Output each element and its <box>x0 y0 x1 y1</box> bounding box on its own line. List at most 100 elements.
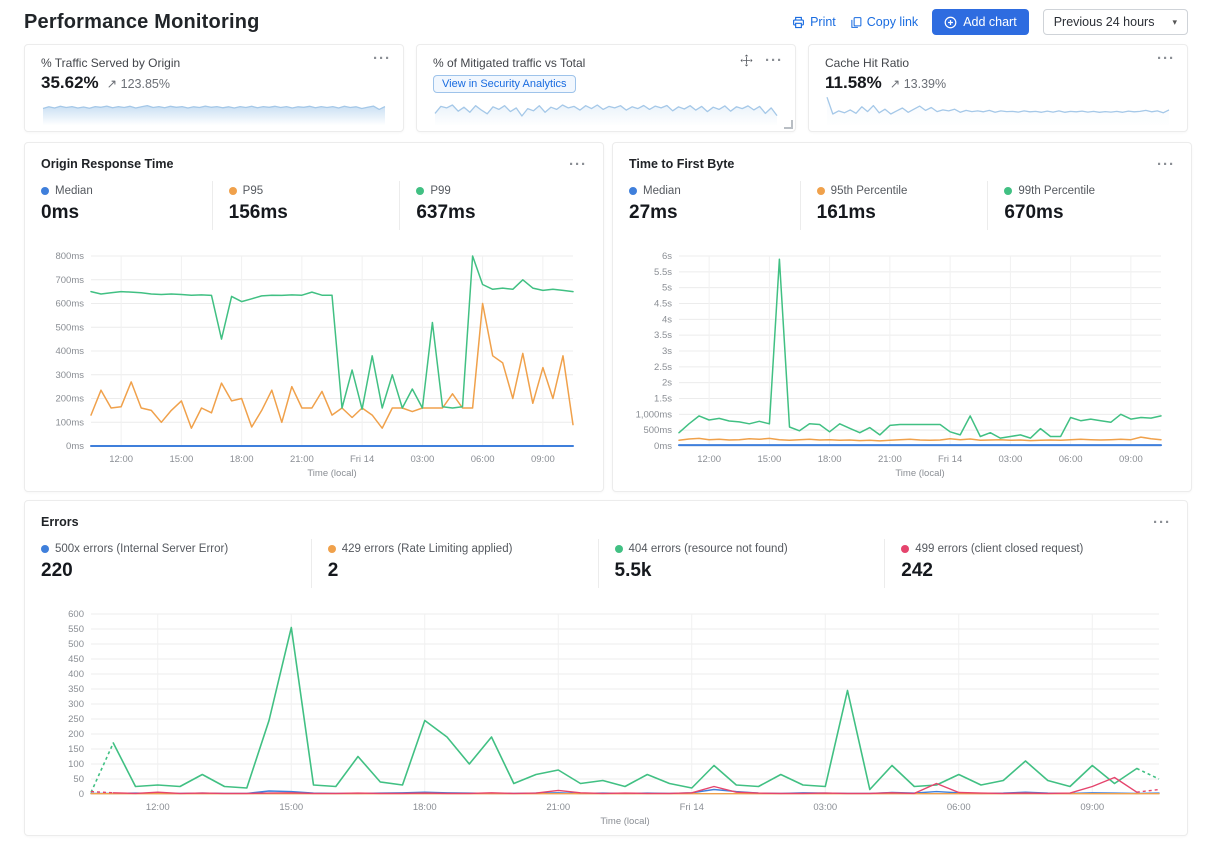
svg-text:Fri 14: Fri 14 <box>680 802 704 813</box>
stats-row: Median 0ms P95 156ms P99 637ms <box>41 181 587 230</box>
card-menu-button[interactable]: ··· <box>1157 157 1175 172</box>
copy-link-button[interactable]: Copy link <box>850 15 918 29</box>
svg-text:200: 200 <box>68 729 84 740</box>
errors-card: Errors ··· 500x errors (Internal Server … <box>24 500 1188 836</box>
svg-text:6s: 6s <box>662 251 672 262</box>
card-title: Cache Hit Ratio <box>825 56 1171 70</box>
caret-down-icon: ▾ <box>1172 17 1177 28</box>
summary-row: % Traffic Served by Origin ··· 35.62% ↗ … <box>24 44 1188 132</box>
card-title: % Traffic Served by Origin <box>41 56 387 70</box>
svg-text:06:00: 06:00 <box>947 802 971 813</box>
svg-text:700ms: 700ms <box>55 275 84 286</box>
sparkline-chart <box>825 93 1171 125</box>
chart-title: Time to First Byte <box>629 157 734 171</box>
card-menu-button[interactable]: ··· <box>1157 51 1175 66</box>
resize-handle[interactable] <box>784 120 793 129</box>
sparkline-chart <box>41 93 387 125</box>
card-mitigated-traffic: % of Mitigated traffic vs Total ··· View… <box>416 44 796 132</box>
copy-icon <box>850 16 862 29</box>
svg-text:150: 150 <box>68 744 84 755</box>
svg-text:Fri 14: Fri 14 <box>938 454 962 465</box>
stat-499-errors: 499 errors (client closed request) 242 <box>884 539 1171 588</box>
svg-text:100: 100 <box>68 759 84 770</box>
legend-dot <box>328 545 336 553</box>
stat-99th-percentile: 99th Percentile 670ms <box>987 181 1175 230</box>
svg-text:0ms: 0ms <box>654 441 672 452</box>
trend-up-icon: ↗ <box>107 77 117 91</box>
print-button[interactable]: Print <box>792 15 836 29</box>
svg-text:1.5s: 1.5s <box>654 394 672 405</box>
svg-text:18:00: 18:00 <box>413 802 437 813</box>
svg-text:800ms: 800ms <box>55 251 84 262</box>
stats-row: 500x errors (Internal Server Error) 220 … <box>41 539 1171 588</box>
svg-text:1,000ms: 1,000ms <box>636 409 673 420</box>
svg-text:100ms: 100ms <box>55 417 84 428</box>
svg-text:15:00: 15:00 <box>279 802 303 813</box>
svg-text:Time (local): Time (local) <box>600 816 649 827</box>
svg-text:12:00: 12:00 <box>109 454 133 465</box>
card-menu-button[interactable]: ··· <box>373 51 391 66</box>
svg-text:03:00: 03:00 <box>410 454 434 465</box>
svg-text:3.5s: 3.5s <box>654 330 672 341</box>
svg-text:06:00: 06:00 <box>1059 454 1083 465</box>
svg-text:21:00: 21:00 <box>290 454 314 465</box>
chart-title: Origin Response Time <box>41 157 173 171</box>
svg-text:50: 50 <box>73 774 84 785</box>
dashboard: Performance Monitoring Print Copy link A… <box>0 0 1212 836</box>
svg-text:09:00: 09:00 <box>1080 802 1104 813</box>
time-range-select[interactable]: Previous 24 hours ▾ <box>1043 9 1188 35</box>
svg-text:250: 250 <box>68 714 84 725</box>
sparkline-chart <box>433 95 779 125</box>
legend-dot <box>901 545 909 553</box>
trend-up-icon: ↗ <box>890 77 900 91</box>
metric-delta: ↗ 13.39% <box>890 76 946 91</box>
card-menu-button[interactable]: ··· <box>765 53 783 68</box>
svg-text:5.5s: 5.5s <box>654 267 672 278</box>
add-chart-button[interactable]: Add chart <box>932 9 1029 35</box>
value-row: 11.58% ↗ 13.39% <box>825 73 1171 93</box>
svg-text:2.5s: 2.5s <box>654 362 672 373</box>
chart-header: Origin Response Time ··· <box>41 155 587 173</box>
add-chart-label: Add chart <box>963 15 1017 29</box>
plus-circle-icon <box>944 16 957 29</box>
svg-text:18:00: 18:00 <box>818 454 842 465</box>
value-row: 35.62% ↗ 123.85% <box>41 73 387 93</box>
svg-text:200ms: 200ms <box>55 394 84 405</box>
legend-dot <box>629 187 637 195</box>
time-range-value: Previous 24 hours <box>1054 15 1155 29</box>
print-label: Print <box>810 15 836 29</box>
time-to-first-byte-chart: 0ms500ms1,000ms1.5s2s2.5s3s3.5s4s4.5s5s5… <box>629 248 1175 482</box>
svg-text:03:00: 03:00 <box>813 802 837 813</box>
errors-row: Errors ··· 500x errors (Internal Server … <box>24 500 1188 836</box>
svg-text:5s: 5s <box>662 283 672 294</box>
svg-text:0ms: 0ms <box>66 441 84 452</box>
svg-text:4s: 4s <box>662 314 672 325</box>
chart-header: Time to First Byte ··· <box>629 155 1175 173</box>
card-menu-button[interactable]: ··· <box>569 157 587 172</box>
svg-text:500ms: 500ms <box>643 425 672 436</box>
metric-value: 11.58% <box>825 73 882 93</box>
svg-text:600ms: 600ms <box>55 299 84 310</box>
legend-dot <box>41 187 49 195</box>
svg-text:12:00: 12:00 <box>697 454 721 465</box>
time-to-first-byte-card: Time to First Byte ··· Median 27ms 95th … <box>612 142 1192 492</box>
metric-delta: ↗ 123.85% <box>107 76 170 91</box>
stats-row: Median 27ms 95th Percentile 161ms 99th P… <box>629 181 1175 230</box>
copy-link-label: Copy link <box>867 15 918 29</box>
view-in-security-analytics-button[interactable]: View in Security Analytics <box>433 75 576 93</box>
move-icon[interactable] <box>740 54 753 67</box>
svg-text:450: 450 <box>68 654 84 665</box>
origin-response-time-card: Origin Response Time ··· Median 0ms P95 … <box>24 142 604 492</box>
card-menu-button[interactable]: ··· <box>1153 515 1171 530</box>
chart-title: Errors <box>41 515 79 529</box>
legend-dot <box>229 187 237 195</box>
legend-dot <box>416 187 424 195</box>
stat-404-errors: 404 errors (resource not found) 5.5k <box>598 539 885 588</box>
svg-text:350: 350 <box>68 684 84 695</box>
stat-95th-percentile: 95th Percentile 161ms <box>800 181 988 230</box>
latency-row: Origin Response Time ··· Median 0ms P95 … <box>24 142 1188 492</box>
page-title: Performance Monitoring <box>24 11 260 34</box>
svg-text:4.5s: 4.5s <box>654 299 672 310</box>
print-icon <box>792 16 805 29</box>
svg-text:Time (local): Time (local) <box>895 468 944 479</box>
